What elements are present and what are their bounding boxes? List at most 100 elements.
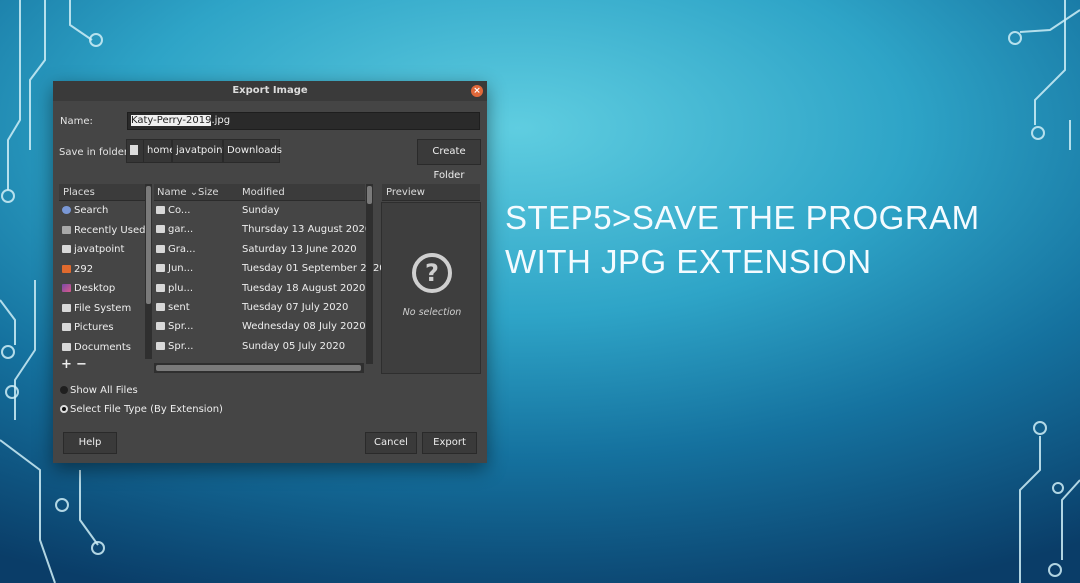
cancel-button[interactable]: Cancel (365, 432, 417, 454)
place-label: javatpoint (74, 244, 125, 255)
column-modified[interactable]: Modified (242, 184, 285, 201)
folder-icon (156, 244, 165, 253)
place-pictures[interactable]: Pictures (59, 318, 152, 338)
file-name-cell: plu... (156, 279, 193, 298)
place-desktop[interactable]: Desktop (59, 279, 152, 299)
file-name-selected-text: Katy-Perry-2019 (131, 115, 212, 126)
place-file-system[interactable]: File System (59, 299, 152, 319)
folder-icon (62, 323, 71, 331)
file-name-cell: sent (156, 298, 190, 317)
search-icon (62, 206, 71, 214)
chevron-down-icon: ⌄ (189, 187, 199, 198)
folder-icon (156, 302, 165, 311)
file-modified: Tuesday 01 September 2020 (242, 263, 386, 275)
show-all-files-label: Show All Files (70, 385, 138, 396)
places-sidebar: Places Search Recently Used javatpoint 2… (59, 184, 152, 374)
close-icon[interactable]: × (471, 85, 483, 97)
places-header: Places (59, 184, 152, 201)
file-modified: Sunday (242, 205, 280, 216)
pencil-icon (130, 145, 138, 155)
file-list-vscrollbar[interactable] (366, 184, 373, 364)
slide-title-line-2: WITH JPG EXTENSION (505, 243, 872, 280)
clock-icon (62, 225, 71, 234)
places-scroll-thumb[interactable] (146, 186, 151, 304)
slide-title: STEP5>SAVE THE PROGRAM WITH JPG EXTENSIO… (505, 196, 1025, 284)
place-label: Search (74, 205, 109, 216)
file-row[interactable]: Co... Sunday (154, 201, 365, 220)
file-name-text: Co... (168, 205, 191, 216)
folder-icon (156, 264, 165, 273)
folder-icon (156, 206, 165, 214)
column-size[interactable]: Size (198, 184, 219, 201)
export-image-dialog: Export Image × Name: Katy-Perry-2019.jpg… (53, 81, 487, 463)
select-file-type-option[interactable]: Select File Type (By Extension) (60, 404, 223, 415)
file-name-cell: Jun... (156, 259, 193, 278)
select-file-type-label: Select File Type (By Extension) (70, 404, 223, 415)
file-row[interactable]: Jun... Tuesday 01 September 2020 (154, 259, 386, 278)
home-folder-icon (62, 245, 71, 253)
file-name-text: sent (168, 301, 190, 313)
file-name-cell: gar... (156, 220, 193, 239)
help-button[interactable]: Help (63, 432, 117, 454)
name-label: Name: (60, 116, 93, 127)
place-javatpoint[interactable]: javatpoint (59, 240, 152, 260)
remove-bookmark-button[interactable]: − (76, 357, 87, 372)
file-list-vscroll-thumb[interactable] (367, 186, 372, 204)
breadcrumb-toggle-button[interactable] (126, 139, 144, 163)
file-list-header: Name ⌄ Size Modified (154, 184, 365, 201)
place-292[interactable]: 292 (59, 260, 152, 280)
file-row[interactable]: sent Tuesday 07 July 2020 (154, 298, 365, 317)
file-row[interactable]: gar... Thursday 13 August 2020 (154, 220, 371, 239)
breadcrumb-javatpoint[interactable]: javatpoint (172, 139, 226, 163)
place-label: Pictures (74, 322, 114, 333)
breadcrumb-home[interactable]: home (143, 139, 175, 163)
file-name-text: Gra... (168, 243, 196, 255)
place-label: Documents (74, 341, 132, 353)
breadcrumb-downloads[interactable]: Downloads (223, 139, 282, 163)
column-name[interactable]: Name ⌄ (157, 184, 198, 201)
place-label: 292 (74, 263, 94, 275)
file-modified: Wednesday 08 July 2020 (242, 321, 366, 333)
file-modified: Thursday 13 August 2020 (242, 224, 372, 236)
file-list-hscrollbar[interactable] (154, 363, 364, 373)
file-list-hscroll-thumb[interactable] (156, 365, 361, 371)
preview-pane: ? No selection (381, 202, 481, 374)
question-icon: ? (412, 253, 452, 293)
file-name-cell: Co... (156, 201, 190, 220)
export-button[interactable]: Export (422, 432, 477, 454)
file-row[interactable]: Gra... Saturday 13 June 2020 (154, 240, 365, 259)
file-name-text: Spr... (168, 321, 194, 333)
file-name-cell: Spr... (156, 337, 193, 356)
create-folder-button[interactable]: Create Folder (417, 139, 481, 181)
show-all-files-option[interactable]: Show All Files (60, 385, 138, 396)
file-list: Name ⌄ Size Modified Co... Sunday gar... T… (154, 184, 386, 374)
file-name-text: Jun... (168, 263, 194, 275)
radio-button[interactable] (60, 405, 68, 413)
radio-button[interactable] (60, 386, 68, 394)
folder-icon (156, 341, 165, 350)
places-scrollbar[interactable] (145, 184, 152, 359)
drive-icon (62, 264, 71, 273)
file-name-cell: Spr... (156, 317, 193, 336)
folder-icon (156, 225, 165, 234)
hard-disk-icon (62, 303, 71, 312)
file-modified: Tuesday 18 August 2020 (242, 282, 366, 294)
folder-icon (62, 342, 71, 351)
place-recently-used[interactable]: Recently Used (59, 221, 152, 241)
add-bookmark-button[interactable]: + (61, 357, 72, 372)
file-row[interactable]: Spr... Wednesday 08 July 2020 (154, 317, 366, 336)
place-search[interactable]: Search (59, 201, 152, 221)
folder-icon (156, 322, 165, 331)
place-documents[interactable]: Documents (59, 338, 152, 358)
file-modified: Sunday 05 July 2020 (242, 340, 346, 352)
file-row[interactable]: plu... Tuesday 18 August 2020 (154, 279, 365, 298)
file-name-input[interactable]: Katy-Perry-2019.jpg (127, 112, 480, 130)
file-row[interactable]: Spr... Sunday 05 July 2020 (154, 337, 365, 356)
slide-title-line-1: STEP5>SAVE THE PROGRAM (505, 199, 980, 236)
file-name-extension: .jpg (211, 115, 231, 126)
file-name-text: gar... (168, 224, 194, 236)
file-name-text: Spr... (168, 340, 194, 352)
column-name-label: Name (157, 187, 187, 198)
place-label: File System (74, 302, 132, 314)
preview-header: Preview (382, 184, 480, 201)
